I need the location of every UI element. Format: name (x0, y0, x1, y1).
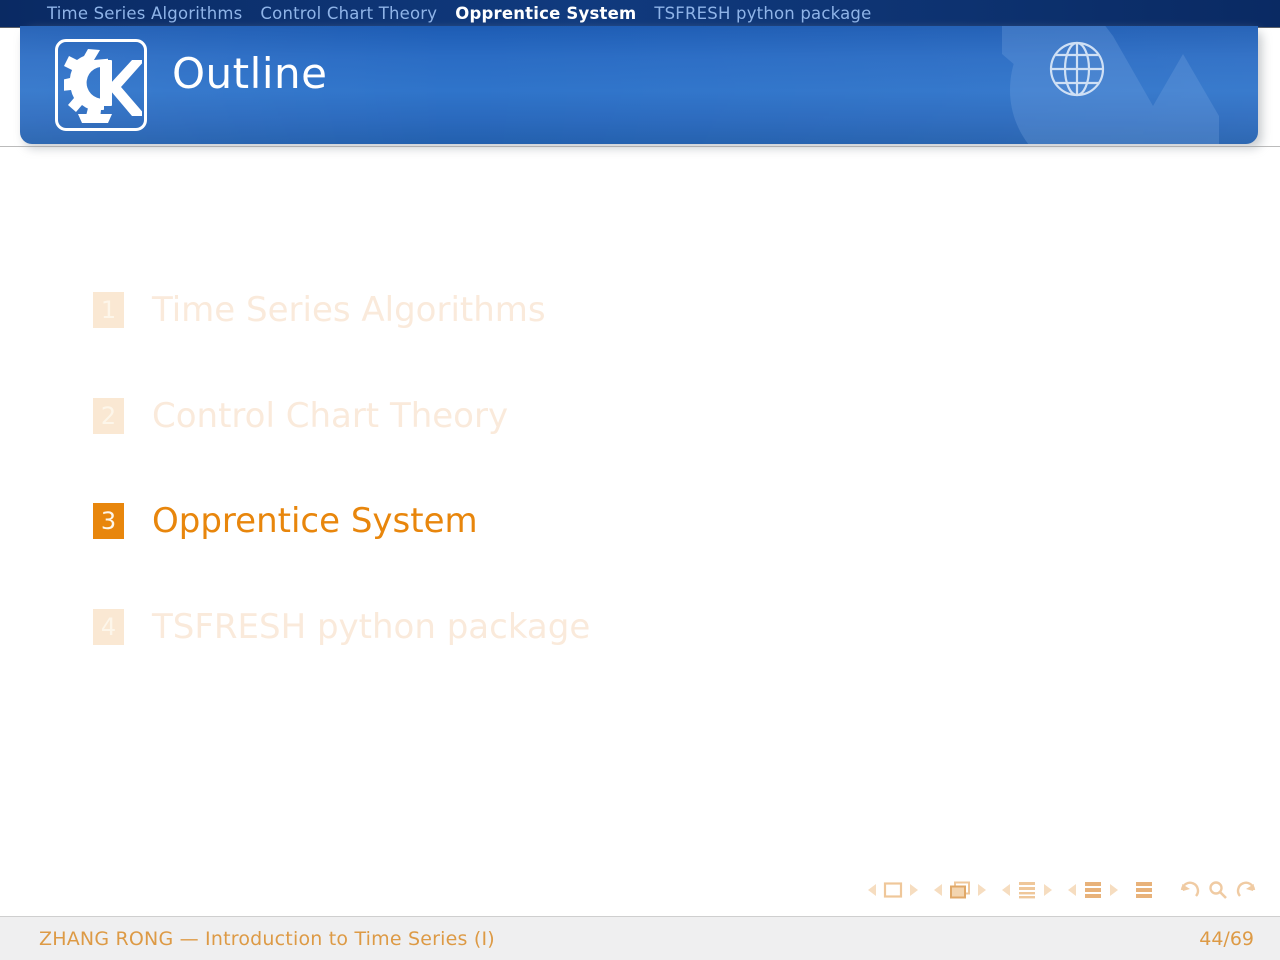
outline-item-label: Time Series Algorithms (152, 290, 546, 330)
footer-author-title: ZHANG RONG — Introduction to Time Series… (39, 928, 495, 950)
section-icon[interactable] (1083, 880, 1103, 900)
frame-navigation-group (934, 881, 986, 899)
previous-frame-arrow[interactable] (934, 884, 942, 896)
outline-item-time-series-algorithms[interactable]: 1 Time Series Algorithms (93, 292, 546, 328)
beamer-navigation-symbols (868, 880, 1258, 900)
slide-navigation-group (868, 881, 918, 899)
next-subsection-arrow[interactable] (1044, 884, 1052, 896)
footer-page-number: 44/69 (1199, 928, 1254, 950)
slide-icon[interactable] (883, 881, 903, 899)
history-group (1178, 880, 1258, 900)
section-navigation-group (1068, 880, 1118, 900)
next-frame-arrow[interactable] (978, 884, 986, 896)
document-icon[interactable] (1134, 880, 1154, 900)
nav-item-opprentice-system[interactable]: Opprentice System (455, 0, 636, 28)
outline-item-control-chart-theory[interactable]: 2 Control Chart Theory (93, 398, 508, 434)
page-title: Outline (172, 49, 328, 98)
outline-item-number: 4 (93, 609, 124, 645)
kde-logo-icon (55, 39, 147, 131)
frame-icon[interactable] (949, 881, 971, 899)
go-forward-icon[interactable] (1236, 880, 1258, 900)
slide-title-bar: Outline (20, 26, 1258, 144)
section-navigation-bar: Time Series Algorithms Control Chart The… (0, 0, 1280, 28)
outline-item-number: 3 (93, 503, 124, 539)
slide-footer: ZHANG RONG — Introduction to Time Series… (0, 916, 1280, 960)
document-group (1134, 880, 1154, 900)
outline-item-number: 2 (93, 398, 124, 434)
globe-icon (1049, 41, 1105, 97)
next-slide-arrow[interactable] (910, 884, 918, 896)
header-bottom-rule (0, 146, 1280, 147)
previous-slide-arrow[interactable] (868, 884, 876, 896)
nav-item-time-series-algorithms[interactable]: Time Series Algorithms (47, 0, 242, 28)
next-section-arrow[interactable] (1110, 884, 1118, 896)
nav-item-control-chart-theory[interactable]: Control Chart Theory (260, 0, 437, 28)
subsection-navigation-group (1002, 880, 1052, 900)
outline-item-label: Control Chart Theory (152, 396, 509, 436)
outline-item-label: Opprentice System (152, 501, 478, 541)
outline-item-opprentice-system[interactable]: 3 Opprentice System (93, 503, 478, 539)
go-back-icon[interactable] (1178, 880, 1200, 900)
search-icon[interactable] (1207, 880, 1229, 900)
nav-item-tsfresh-python-package[interactable]: TSFRESH python package (654, 0, 871, 28)
outline-item-number: 1 (93, 292, 124, 328)
subsection-icon[interactable] (1017, 880, 1037, 900)
previous-subsection-arrow[interactable] (1002, 884, 1010, 896)
previous-section-arrow[interactable] (1068, 884, 1076, 896)
outline-item-tsfresh-python-package[interactable]: 4 TSFRESH python package (93, 609, 590, 645)
outline-item-label: TSFRESH python package (152, 607, 591, 647)
